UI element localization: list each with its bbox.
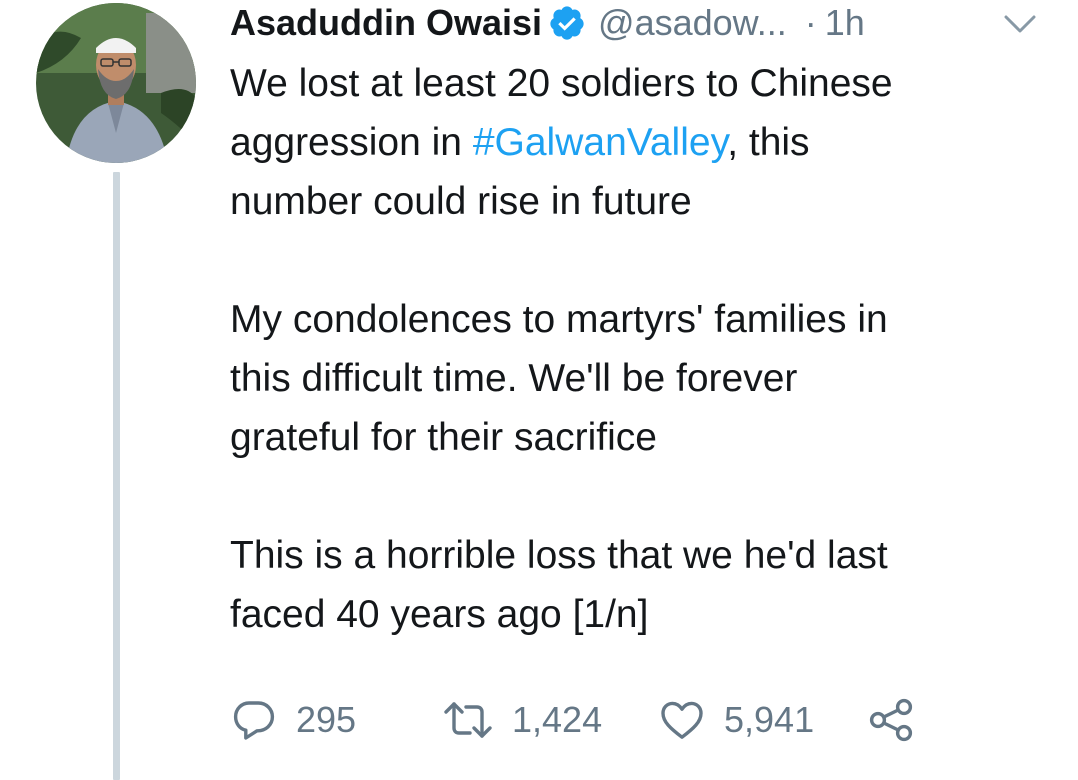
chevron-down-icon[interactable]: [1000, 6, 1040, 36]
thread-line: [113, 172, 120, 780]
avatar[interactable]: [36, 3, 196, 163]
tweet-line: this difficult time. We'll be forever: [230, 357, 798, 400]
profile-photo: [36, 3, 196, 163]
tweet-text-segment: aggression in: [230, 121, 473, 164]
retweet-count: 1,424: [512, 699, 603, 740]
tweet-line: grateful for their sacrifice: [230, 416, 658, 459]
reply-button[interactable]: 295: [230, 694, 356, 746]
tweet-timestamp[interactable]: 1h: [825, 2, 865, 44]
author-name[interactable]: Asaduddin Owaisi: [230, 2, 542, 44]
heart-icon: [658, 696, 706, 744]
reply-icon: [230, 696, 278, 744]
retweet-button[interactable]: 1,424: [442, 694, 602, 746]
tweet-line: We lost at least 20 soldiers to Chinese: [230, 62, 893, 105]
like-button[interactable]: 5,941: [658, 694, 814, 746]
reply-count: 295: [296, 699, 357, 740]
retweet-icon: [442, 696, 494, 744]
verified-badge-icon: [548, 4, 586, 42]
share-icon: [866, 696, 916, 744]
tweet-header: Asaduddin Owaisi @asadow... · 1h: [230, 0, 1050, 46]
tweet-text-segment: , this: [727, 121, 810, 164]
action-bar: 295 1,424 5,941: [230, 694, 950, 746]
tweet-line: aggression in #GalwanValley, this: [230, 113, 1030, 172]
header-separator: ·: [804, 2, 817, 43]
tweet-line: number could rise in future: [230, 180, 692, 223]
tweet-text: We lost at least 20 soldiers to Chinese …: [230, 54, 1030, 644]
like-count: 5,941: [724, 699, 815, 740]
tweet-line: faced 40 years ago [1/n]: [230, 593, 649, 636]
author-handle[interactable]: @asadow...: [598, 2, 787, 44]
tweet-line: This is a horrible loss that we he'd las…: [230, 534, 888, 577]
hashtag-link[interactable]: #GalwanValley: [473, 121, 727, 164]
share-button[interactable]: [866, 694, 916, 746]
tweet-line: My condolences to martyrs' families in: [230, 298, 888, 341]
